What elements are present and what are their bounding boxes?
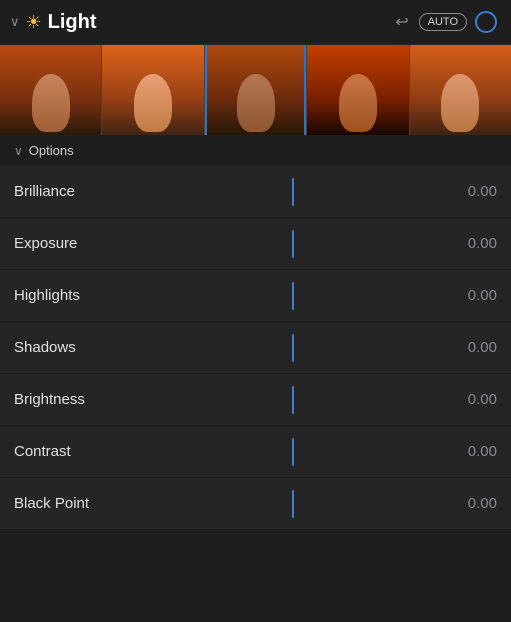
sliders-container: Brilliance 0.00 Exposure 0.00 Highlights 0.00… [0,166,511,530]
slider-row-highlights[interactable]: Highlights 0.00 [0,270,511,322]
thumbnail-2[interactable] [102,45,203,135]
slider-track-4[interactable] [144,374,442,425]
thumbnail-3[interactable] [205,45,306,135]
slider-row-shadows[interactable]: Shadows 0.00 [0,322,511,374]
options-header[interactable]: ∨ Options [0,135,511,166]
slider-label-5: Contrast [14,443,144,460]
light-sun-icon: ☀ [26,12,42,33]
slider-indicator-6 [292,490,294,518]
slider-indicator-3 [292,334,294,362]
slider-value-4: 0.00 [442,391,497,408]
options-chevron-icon: ∨ [14,144,23,158]
slider-indicator-0 [292,178,294,206]
slider-row-contrast[interactable]: Contrast 0.00 [0,426,511,478]
slider-label-0: Brilliance [14,183,144,200]
slider-indicator-1 [292,230,294,258]
slider-row-brightness[interactable]: Brightness 0.00 [0,374,511,426]
thumbnail-5[interactable] [410,45,511,135]
header-left: ∨ ☀ Light [10,11,393,34]
slider-value-0: 0.00 [442,183,497,200]
thumbnail-1[interactable] [0,45,101,135]
slider-label-1: Exposure [14,235,144,252]
options-label: Options [29,143,74,158]
slider-label-3: Shadows [14,339,144,356]
toggle-circle-button[interactable] [475,11,497,33]
slider-value-1: 0.00 [442,235,497,252]
slider-track-6[interactable] [144,478,442,529]
slider-track-3[interactable] [144,322,442,373]
panel-title: Light [48,11,97,34]
slider-track-1[interactable] [144,218,442,269]
light-panel-header: ∨ ☀ Light ↩ AUTO [0,0,511,45]
auto-button[interactable]: AUTO [419,13,467,31]
slider-indicator-2 [292,282,294,310]
slider-row-exposure[interactable]: Exposure 0.00 [0,218,511,270]
slider-row-brilliance[interactable]: Brilliance 0.00 [0,166,511,218]
thumbnail-4[interactable] [307,45,408,135]
slider-value-3: 0.00 [442,339,497,356]
slider-value-5: 0.00 [442,443,497,460]
slider-track-5[interactable] [144,426,442,477]
slider-label-6: Black Point [14,495,144,512]
slider-row-black-point[interactable]: Black Point 0.00 [0,478,511,530]
undo-button[interactable]: ↩ [393,10,410,34]
slider-label-2: Highlights [14,287,144,304]
slider-indicator-5 [292,438,294,466]
collapse-chevron-icon[interactable]: ∨ [10,14,20,30]
slider-indicator-4 [292,386,294,414]
slider-track-2[interactable] [144,270,442,321]
slider-label-4: Brightness [14,391,144,408]
header-controls: ↩ AUTO [393,10,497,34]
slider-track-0[interactable] [144,166,442,217]
slider-value-2: 0.00 [442,287,497,304]
slider-value-6: 0.00 [442,495,497,512]
thumbnails-strip [0,45,511,135]
